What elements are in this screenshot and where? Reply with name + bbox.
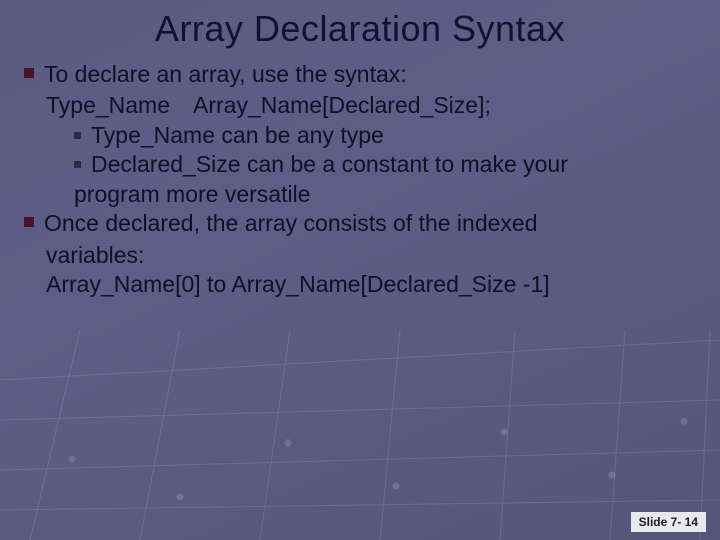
small-square-bullet-icon — [74, 132, 81, 139]
sub-bullet-text: Type_Name can be any type — [91, 121, 384, 150]
sub-bullet-text: Declared_Size can be a constant to make … — [91, 150, 568, 179]
square-bullet-icon — [24, 68, 34, 78]
square-bullet-icon — [24, 217, 34, 227]
sub-bullet-text-line: program more versatile — [24, 180, 696, 209]
sub-bullet-item: Type_Name can be any type — [24, 121, 696, 150]
slide-content: Array Declaration Syntax To declare an a… — [0, 0, 720, 300]
bullet-text: To declare an array, use the syntax: — [44, 60, 407, 89]
small-square-bullet-icon — [74, 161, 81, 168]
bullet-text-line: variables: — [24, 241, 696, 270]
sub-bullet-item: Declared_Size can be a constant to make … — [24, 150, 696, 179]
bullet-item: To declare an array, use the syntax: — [24, 60, 696, 89]
slide-number-badge: Slide 7- 14 — [631, 512, 706, 532]
bullet-text-line: Type_Name Array_Name[Declared_Size]; — [24, 91, 696, 120]
bullet-text: Once declared, the array consists of the… — [44, 209, 538, 238]
bullet-text-line: Array_Name[0] to Array_Name[Declared_Siz… — [24, 270, 696, 299]
slide-title: Array Declaration Syntax — [24, 8, 696, 50]
bullet-item: Once declared, the array consists of the… — [24, 209, 696, 238]
